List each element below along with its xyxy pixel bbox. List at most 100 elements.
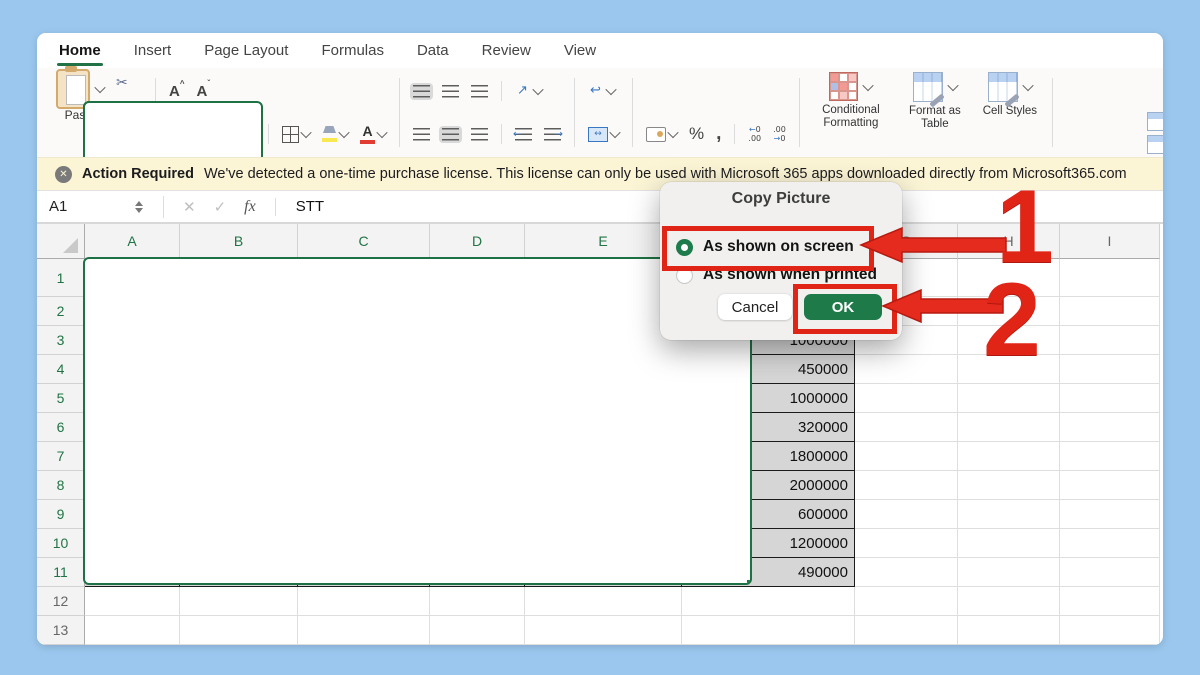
increase-decimal-button[interactable]: ←0.00: [745, 123, 764, 145]
align-right-button[interactable]: [468, 126, 491, 143]
cell-G6[interactable]: [855, 413, 958, 442]
cell-E9[interactable]: 600000: [525, 500, 682, 529]
cell-A4[interactable]: 3: [85, 355, 180, 384]
cell-G12[interactable]: [855, 587, 958, 616]
format-painter-button[interactable]: [113, 136, 145, 151]
option-as-shown-on-screen[interactable]: As shown on screen: [676, 235, 854, 259]
delete-cells-icon[interactable]: [1147, 135, 1163, 154]
merge-center-button[interactable]: ↔: [585, 125, 622, 144]
cell-I9[interactable]: [1060, 500, 1160, 529]
cell-I8[interactable]: [1060, 471, 1160, 500]
decrease-font-size-button[interactable]: Aˇ: [194, 81, 214, 102]
cell-I3[interactable]: [1060, 326, 1160, 355]
copy-button[interactable]: [113, 104, 145, 125]
cell-C9[interactable]: Áo khoác: [298, 500, 430, 529]
cell-A5[interactable]: 4: [85, 384, 180, 413]
cell-A7[interactable]: 6: [85, 442, 180, 471]
align-bottom-button[interactable]: [468, 83, 491, 100]
cell-D4[interactable]: 3: [430, 355, 525, 384]
font-color-button[interactable]: A: [357, 122, 389, 146]
cell-H11[interactable]: [958, 558, 1060, 587]
cell-C12[interactable]: [298, 587, 430, 616]
cell-G13[interactable]: [855, 616, 958, 645]
insert-cells-icon[interactable]: [1147, 112, 1163, 131]
cell-B8[interactable]: 05/04/2025: [180, 471, 298, 500]
cell-A11[interactable]: 10: [85, 558, 180, 587]
cell-C13[interactable]: [298, 616, 430, 645]
fill-color-button[interactable]: [319, 124, 351, 144]
name-box[interactable]: A1: [37, 198, 135, 215]
conditional-formatting-button[interactable]: Conditional Formatting: [810, 72, 892, 130]
cell-C10[interactable]: Túi xách: [298, 529, 430, 558]
cell-D8[interactable]: 8: [430, 471, 525, 500]
col-header-D[interactable]: D: [430, 224, 525, 259]
cell-D9[interactable]: 1: [430, 500, 525, 529]
cell-A9[interactable]: 8: [85, 500, 180, 529]
cell-E10[interactable]: 400000: [525, 529, 682, 558]
wrap-text-button[interactable]: [585, 82, 618, 100]
row-header-13[interactable]: 13: [37, 616, 85, 645]
row-header-5[interactable]: 5: [37, 384, 85, 413]
cell-F13[interactable]: [682, 616, 855, 645]
row-header-6[interactable]: 6: [37, 413, 85, 442]
cell-F7[interactable]: 1800000: [682, 442, 855, 471]
cell-I5[interactable]: [1060, 384, 1160, 413]
cell-H8[interactable]: [958, 471, 1060, 500]
radio-selected-icon[interactable]: [676, 239, 693, 256]
cell-C11[interactable]: Khăn choàng: [298, 558, 430, 587]
increase-font-size-button[interactable]: A^: [166, 81, 188, 102]
underline-button[interactable]: U: [224, 124, 258, 145]
cell-B3[interactable]: 01/04/2025: [180, 326, 298, 355]
increase-indent-button[interactable]: [541, 126, 564, 143]
option-as-shown-when-printed[interactable]: As shown when printed: [676, 263, 877, 287]
percent-style-button[interactable]: %: [686, 122, 707, 146]
cell-E8[interactable]: 250000: [525, 471, 682, 500]
cell-C2[interactable]: Áo thun nam: [298, 297, 430, 326]
row-header-8[interactable]: 8: [37, 471, 85, 500]
accounting-format-button[interactable]: [643, 125, 680, 144]
cell-D7[interactable]: 6: [430, 442, 525, 471]
cell-G11[interactable]: [855, 558, 958, 587]
cell-H9[interactable]: [958, 500, 1060, 529]
paste-button[interactable]: Paste: [51, 72, 109, 153]
cancel-entry-icon[interactable]: ✕: [183, 198, 196, 216]
cell-A1[interactable]: STT: [85, 259, 180, 297]
col-header-A[interactable]: A: [85, 224, 180, 259]
cell-F12[interactable]: [682, 587, 855, 616]
cell-A2[interactable]: 1: [85, 297, 180, 326]
cell-I2[interactable]: [1060, 297, 1160, 326]
cell-C4[interactable]: Áo sơ mi: [298, 355, 430, 384]
row-header-3[interactable]: 3: [37, 326, 85, 355]
cell-D12[interactable]: [430, 587, 525, 616]
align-top-button[interactable]: [410, 83, 433, 100]
cell-H13[interactable]: [958, 616, 1060, 645]
cell-F6[interactable]: 320000: [682, 413, 855, 442]
cell-I4[interactable]: [1060, 355, 1160, 384]
cell-D11[interactable]: 7: [430, 558, 525, 587]
select-all-button[interactable]: [37, 224, 85, 259]
cell-F9[interactable]: 600000: [682, 500, 855, 529]
ok-button[interactable]: OK: [804, 294, 882, 320]
cell-C6[interactable]: Mũ lưỡi trai: [298, 413, 430, 442]
borders-button[interactable]: [279, 124, 313, 145]
row-header-12[interactable]: 12: [37, 587, 85, 616]
cancel-button[interactable]: Cancel: [718, 294, 792, 320]
orientation-button[interactable]: [512, 82, 545, 100]
cell-I13[interactable]: [1060, 616, 1160, 645]
tab-page-layout[interactable]: Page Layout: [202, 36, 290, 65]
cell-G7[interactable]: [855, 442, 958, 471]
row-header-1[interactable]: 1: [37, 259, 85, 297]
align-center-button[interactable]: [439, 126, 462, 143]
cell-H5[interactable]: [958, 384, 1060, 413]
cell-E4[interactable]: 150000: [525, 355, 682, 384]
row-header-9[interactable]: 9: [37, 500, 85, 529]
cell-F5[interactable]: 1000000: [682, 384, 855, 413]
cell-G8[interactable]: [855, 471, 958, 500]
cell-D10[interactable]: 3: [430, 529, 525, 558]
cell-H7[interactable]: [958, 442, 1060, 471]
name-box-stepper[interactable]: [135, 201, 143, 213]
row-header-10[interactable]: 10: [37, 529, 85, 558]
col-header-E[interactable]: E: [525, 224, 682, 259]
cell-B4[interactable]: 02/04/2025: [180, 355, 298, 384]
tab-review[interactable]: Review: [480, 36, 533, 65]
